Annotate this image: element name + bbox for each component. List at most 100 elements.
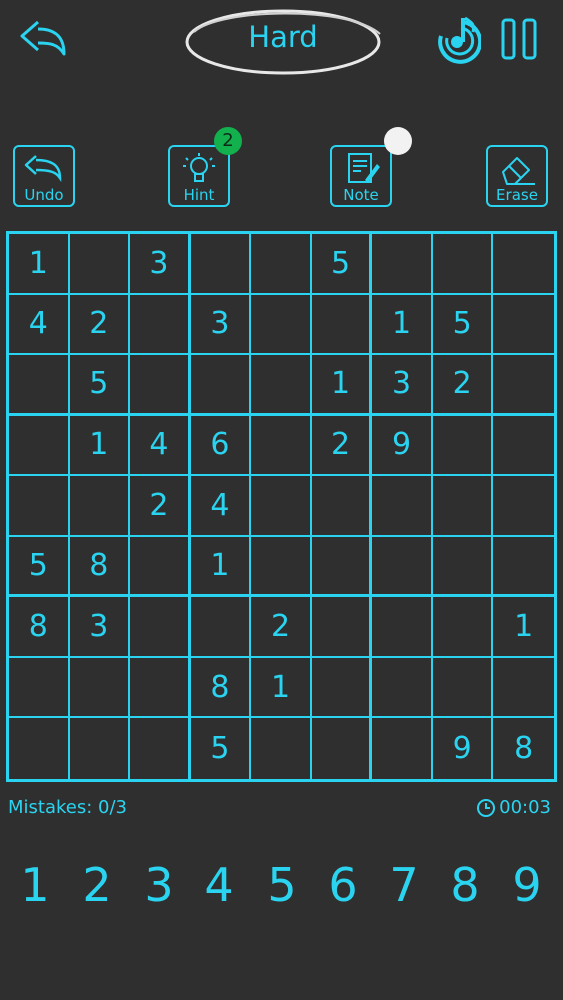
sudoku-cell[interactable]: [493, 234, 554, 295]
sudoku-cell[interactable]: 2: [69, 294, 131, 356]
number-pad-button[interactable]: 4: [194, 855, 244, 915]
sudoku-cell[interactable]: [493, 295, 554, 356]
sudoku-cell[interactable]: [432, 657, 494, 719]
sudoku-cell[interactable]: [493, 416, 554, 477]
sudoku-cell[interactable]: 5: [9, 536, 70, 598]
back-button[interactable]: [18, 16, 70, 60]
sudoku-cell[interactable]: 9: [433, 718, 494, 779]
sudoku-cell[interactable]: [9, 415, 70, 477]
sudoku-cell[interactable]: [311, 536, 373, 598]
sudoku-cell[interactable]: 3: [69, 597, 131, 658]
sudoku-cell[interactable]: [251, 718, 312, 779]
sudoku-cell[interactable]: [372, 476, 433, 537]
sudoku-cell[interactable]: [372, 234, 433, 295]
sudoku-cell[interactable]: [190, 234, 252, 295]
sudoku-cell[interactable]: [493, 476, 554, 537]
music-button[interactable]: [433, 14, 483, 64]
sudoku-cell[interactable]: [432, 234, 494, 295]
number-pad-button[interactable]: 9: [502, 855, 552, 915]
sudoku-cell[interactable]: 4: [9, 294, 70, 356]
sudoku-cell[interactable]: 1: [251, 657, 312, 719]
sudoku-cell[interactable]: [251, 234, 312, 295]
sudoku-cell[interactable]: [69, 234, 131, 295]
sudoku-cell[interactable]: [312, 718, 373, 779]
sudoku-cell[interactable]: 2: [251, 597, 312, 658]
sudoku-cell[interactable]: 1: [311, 355, 373, 416]
sudoku-cell[interactable]: 1: [493, 597, 554, 658]
number-pad-button[interactable]: 5: [257, 855, 307, 915]
sudoku-cell[interactable]: 3: [372, 355, 433, 416]
sudoku-cell[interactable]: [311, 476, 373, 537]
sudoku-cell[interactable]: [130, 597, 191, 658]
sudoku-cell[interactable]: [311, 294, 373, 356]
sudoku-cell[interactable]: [9, 718, 70, 779]
note-toggle-indicator[interactable]: [384, 127, 412, 155]
sudoku-cell[interactable]: [372, 657, 433, 719]
sudoku-cell[interactable]: 2: [432, 355, 494, 416]
sudoku-cell[interactable]: [251, 415, 312, 477]
back-arrow-icon: [20, 20, 66, 56]
sudoku-cell[interactable]: 3: [190, 294, 252, 356]
number-pad-button[interactable]: 2: [72, 855, 122, 915]
sudoku-cell[interactable]: [251, 536, 312, 598]
sudoku-cell[interactable]: 5: [191, 718, 252, 779]
undo-button[interactable]: Undo: [13, 145, 75, 207]
hint-button[interactable]: Hint: [168, 145, 230, 207]
sudoku-cell[interactable]: [251, 355, 312, 416]
sudoku-cell[interactable]: [190, 597, 252, 658]
sudoku-cell[interactable]: [9, 657, 70, 719]
sudoku-cell[interactable]: [432, 597, 494, 658]
sudoku-cell[interactable]: [69, 476, 131, 537]
sudoku-cell[interactable]: [432, 536, 494, 598]
sudoku-cell[interactable]: [130, 718, 191, 779]
sudoku-cell[interactable]: 4: [130, 415, 191, 477]
number-pad-button[interactable]: 7: [379, 855, 429, 915]
sudoku-cell[interactable]: 5: [432, 294, 494, 356]
sudoku-cell[interactable]: 1: [69, 415, 131, 477]
sudoku-cell[interactable]: [69, 657, 131, 719]
sudoku-cell[interactable]: [130, 657, 191, 719]
sudoku-cell[interactable]: [493, 537, 554, 598]
sudoku-cell[interactable]: [130, 536, 191, 598]
sudoku-cell[interactable]: 8: [9, 597, 70, 658]
number-pad-button[interactable]: 1: [10, 855, 60, 915]
sudoku-cell[interactable]: [130, 355, 191, 416]
note-button[interactable]: Note: [330, 145, 392, 207]
sudoku-cell[interactable]: [432, 415, 494, 477]
sudoku-cell[interactable]: 4: [190, 476, 252, 537]
sudoku-cell[interactable]: [311, 597, 373, 658]
sudoku-cell[interactable]: [251, 294, 312, 356]
erase-label: Erase: [496, 186, 538, 204]
sudoku-cell[interactable]: [190, 355, 252, 416]
sudoku-cell[interactable]: [372, 718, 433, 779]
number-pad-button[interactable]: 6: [318, 855, 368, 915]
sudoku-cell[interactable]: 9: [372, 415, 433, 477]
sudoku-cell[interactable]: [70, 718, 131, 779]
sudoku-cell[interactable]: 5: [311, 234, 373, 295]
sudoku-cell[interactable]: 1: [372, 294, 433, 356]
sudoku-cell[interactable]: 1: [9, 234, 70, 295]
sudoku-cell[interactable]: [9, 476, 70, 537]
sudoku-cell[interactable]: 8: [493, 718, 554, 779]
sudoku-cell[interactable]: 1: [190, 536, 252, 598]
sudoku-cell[interactable]: [493, 355, 554, 416]
sudoku-cell[interactable]: 2: [130, 476, 191, 537]
sudoku-cell[interactable]: [130, 294, 191, 356]
sudoku-cell[interactable]: 5: [69, 355, 131, 416]
sudoku-cell[interactable]: 8: [190, 657, 252, 719]
pause-button[interactable]: [500, 17, 540, 61]
erase-button[interactable]: Erase: [486, 145, 548, 207]
sudoku-cell[interactable]: [372, 536, 433, 598]
sudoku-cell[interactable]: [493, 658, 554, 719]
number-pad-button[interactable]: 8: [440, 855, 490, 915]
number-pad-button[interactable]: 3: [134, 855, 184, 915]
sudoku-cell[interactable]: 2: [311, 415, 373, 477]
sudoku-cell[interactable]: 8: [69, 536, 131, 598]
sudoku-cell[interactable]: [372, 597, 433, 658]
sudoku-cell[interactable]: [432, 476, 494, 537]
sudoku-cell[interactable]: 3: [130, 234, 191, 295]
sudoku-cell[interactable]: [311, 657, 373, 719]
sudoku-cell[interactable]: [251, 476, 312, 537]
sudoku-cell[interactable]: 6: [190, 415, 252, 477]
sudoku-cell[interactable]: [9, 355, 70, 416]
